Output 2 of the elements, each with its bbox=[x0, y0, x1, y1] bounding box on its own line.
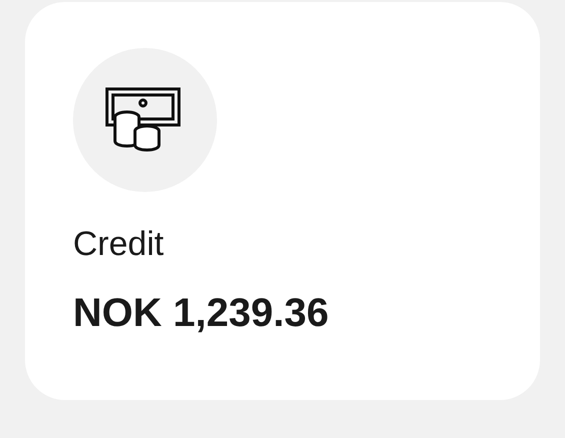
credit-amount: NOK 1,239.36 bbox=[73, 290, 329, 336]
credit-label: Credit bbox=[73, 224, 164, 264]
